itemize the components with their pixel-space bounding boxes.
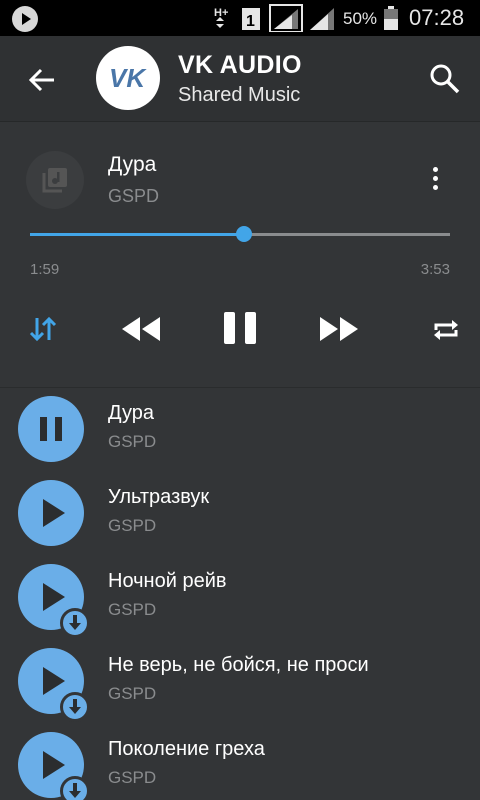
download-arrow-icon — [69, 699, 81, 714]
battery-icon — [384, 6, 398, 30]
track-title: Дура — [108, 402, 155, 424]
network-type-icon: H+ — [214, 7, 228, 19]
status-bar: H+ 1 50% 07:28 — [0, 0, 480, 36]
svg-text:VK: VK — [109, 64, 147, 92]
fast-forward-button[interactable] — [318, 317, 360, 361]
status-icons: H+ 1 — [214, 4, 334, 32]
battery-percent: 50% — [343, 9, 378, 28]
downloaded-badge — [60, 692, 90, 722]
now-playing-title: Дура — [108, 153, 157, 176]
downloaded-badge — [60, 608, 90, 638]
track-artist: GSPD — [108, 516, 157, 535]
track-row[interactable]: Не верь, не бойся, не проси GSPD — [0, 640, 480, 724]
now-playing-artist: GSPD — [108, 186, 160, 206]
track-row[interactable]: Дура GSPD — [0, 388, 480, 472]
pause-icon — [40, 417, 62, 441]
track-artist: GSPD — [108, 600, 157, 619]
app-subtitle: Shared Music — [178, 84, 301, 106]
music-library-icon — [42, 168, 67, 193]
rewind-icon — [122, 317, 160, 341]
more-options-button[interactable] — [424, 164, 446, 196]
search-button[interactable] — [428, 62, 462, 96]
pause-button[interactable] — [222, 310, 258, 354]
now-playing-panel: Дура GSPD 1:59 3:53 — [0, 122, 480, 388]
repeat-icon — [434, 320, 458, 340]
track-title: Не верь, не бойся, не проси — [108, 654, 369, 676]
vk-logo-icon: VK — [109, 64, 147, 92]
download-arrow-icon — [69, 615, 81, 630]
track-row[interactable]: Ночной рейв GSPD — [0, 556, 480, 640]
total-time: 3:53 — [420, 261, 450, 278]
seek-thumb[interactable] — [236, 226, 252, 242]
track-row[interactable]: Поколение греха GSPD — [0, 724, 480, 800]
sort-button[interactable] — [28, 314, 58, 358]
app-title: VK AUDIO — [178, 51, 302, 79]
track-artist: GSPD — [108, 768, 157, 787]
track-play-button[interactable] — [18, 480, 84, 546]
repeat-button[interactable] — [432, 316, 460, 360]
seek-fill — [30, 233, 244, 236]
rewind-button[interactable] — [120, 317, 162, 361]
app-header: VK VK AUDIO Shared Music — [0, 36, 480, 122]
track-artist: GSPD — [108, 432, 157, 451]
album-cover — [26, 151, 84, 209]
track-list: Дура GSPD Ультразвук GSPD Ночной рейв GS… — [0, 388, 480, 800]
pause-icon — [224, 312, 256, 344]
track-title: Ультразвук — [108, 486, 210, 508]
play-icon — [43, 499, 65, 527]
back-arrow-icon — [28, 68, 54, 92]
download-arrow-icon — [69, 783, 81, 798]
downloaded-badge — [60, 776, 90, 800]
status-time: 07:28 — [409, 5, 465, 30]
fast-forward-icon — [320, 317, 358, 341]
media-play-notification-icon — [12, 6, 38, 32]
sort-arrows-icon — [29, 316, 57, 342]
track-row[interactable]: Ультразвук GSPD — [0, 472, 480, 556]
seek-bar[interactable] — [30, 226, 450, 242]
vk-logo: VK — [96, 46, 160, 110]
elapsed-time: 1:59 — [30, 261, 60, 278]
back-button[interactable] — [24, 62, 60, 98]
track-pause-button[interactable] — [18, 396, 84, 462]
sim-number: 1 — [246, 13, 255, 30]
search-icon — [430, 64, 460, 94]
track-artist: GSPD — [108, 684, 157, 703]
track-title: Ночной рейв — [108, 570, 227, 592]
track-title: Поколение греха — [108, 738, 265, 760]
more-vertical-icon — [432, 167, 438, 172]
